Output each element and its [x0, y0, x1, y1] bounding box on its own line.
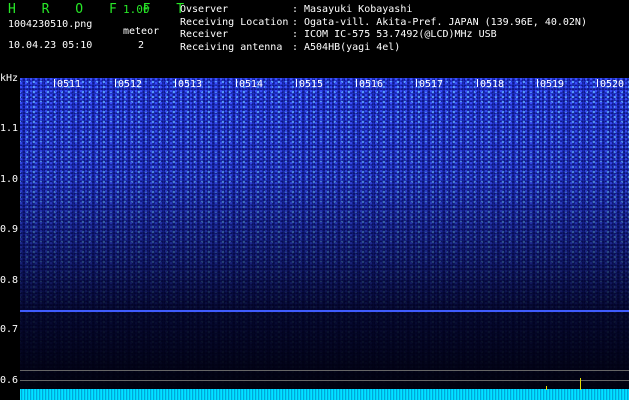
minute-tick	[115, 79, 116, 87]
minute-tick	[175, 79, 176, 87]
app-brand: H R O F F T	[8, 2, 194, 17]
minute-tick	[54, 79, 55, 87]
minute-label: 0511	[57, 79, 82, 90]
grid-line-upper	[20, 370, 629, 371]
info-row-receiver: Receiver: ICOM IC-575 53.7492(@LCD)MHz US…	[180, 29, 497, 41]
minute-label: 0519	[540, 79, 565, 90]
header-panel: H R O F F T 1.00 1004230510.png meteor 1…	[0, 0, 629, 70]
noise-level-strip	[20, 389, 629, 400]
minute-tick	[537, 79, 538, 87]
y-tick-0-7: 0.7	[0, 324, 19, 335]
y-tick-0-8: 0.8	[0, 275, 19, 286]
minute-tick	[236, 79, 237, 87]
minute-tick	[296, 79, 297, 87]
y-tick-1-0: 1.0	[0, 174, 19, 185]
info-row-antenna: Receiving antenna: A504HB(yagi 4el)	[180, 41, 401, 53]
grid-line-lower	[20, 380, 629, 381]
meteor-spike	[546, 386, 547, 390]
y-tick-1-1: 1.1	[0, 123, 19, 134]
info-row-observer: Ovserver: Masayuki Kobayashi	[180, 4, 413, 15]
station-info: Ovserver: Masayuki Kobayashi Receiving Lo…	[180, 4, 587, 54]
y-tick-0-9: 0.9	[0, 224, 19, 235]
minute-label: 0520	[600, 79, 625, 90]
app-version: 1.00	[123, 3, 150, 16]
capture-datetime: 10.04.23 05:10	[8, 40, 93, 51]
minute-label: 0514	[239, 79, 264, 90]
minute-tick	[597, 79, 598, 87]
y-tick-0-6: 0.6	[0, 375, 19, 386]
meteor-spike	[580, 378, 581, 390]
meteor-count: 2	[138, 40, 145, 51]
minute-label: 0515	[299, 79, 324, 90]
minute-label: 0518	[480, 79, 505, 90]
y-axis-unit: kHz	[0, 73, 19, 84]
meteor-label: meteor	[123, 26, 160, 37]
minute-tick	[416, 79, 417, 87]
minute-label: 0517	[419, 79, 444, 90]
info-row-location: Receiving Location: Ogata-vill. Akita-Pre…	[180, 16, 587, 28]
carrier-band	[20, 310, 629, 312]
minute-tick	[356, 79, 357, 87]
minute-label: 0513	[178, 79, 203, 90]
minute-label: 0516	[359, 79, 384, 90]
file-name: 1004230510.png	[8, 19, 93, 30]
spectrogram-image	[20, 78, 629, 400]
minute-tick	[477, 79, 478, 87]
minute-label: 0512	[118, 79, 143, 90]
